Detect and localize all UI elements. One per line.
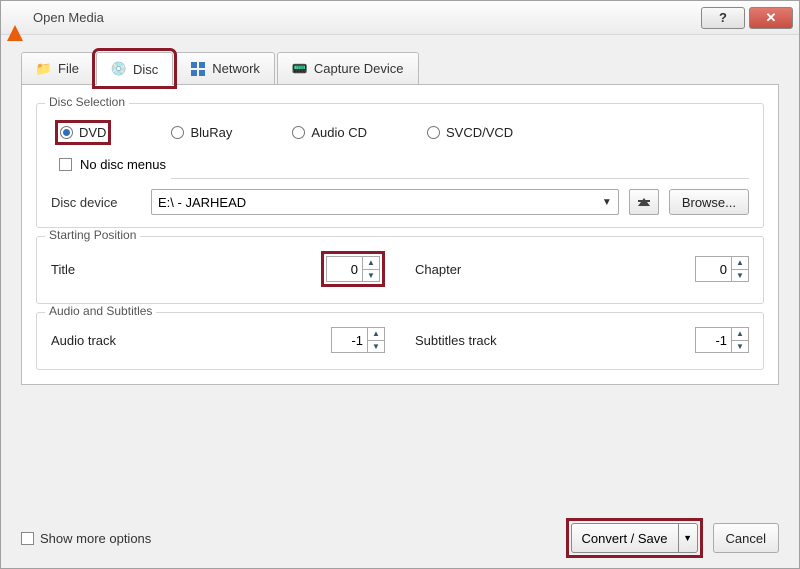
- network-icon: [190, 61, 206, 77]
- chevron-down-icon[interactable]: ▼: [678, 523, 698, 553]
- eject-button[interactable]: [629, 189, 659, 215]
- tab-panel-disc: Disc Selection DVD BluRay Audi: [21, 85, 779, 385]
- disc-type-radios: DVD BluRay Audio CD SVCD/VCD: [51, 114, 749, 153]
- vlc-cone-icon: [7, 10, 27, 25]
- audio-track-label: Audio track: [51, 333, 331, 348]
- group-label: Starting Position: [45, 228, 140, 242]
- help-button[interactable]: ?: [701, 7, 745, 29]
- dialog-body: File Disc Network Capture Device Disc Se…: [1, 35, 799, 399]
- group-starting-position: Starting Position Title ▲▼ Chapter: [36, 236, 764, 304]
- subtitles-track-input[interactable]: [695, 327, 731, 353]
- audio-track-spinner[interactable]: ▲▼: [331, 327, 385, 353]
- radio-indicator-icon: [292, 126, 305, 139]
- tab-network[interactable]: Network: [175, 52, 275, 84]
- title-input[interactable]: [326, 256, 362, 282]
- browse-button[interactable]: Browse...: [669, 189, 749, 215]
- tab-network-label: Network: [212, 61, 260, 76]
- disc-device-select[interactable]: E:\ - JARHEAD ▼: [151, 189, 619, 215]
- spin-down-icon[interactable]: ▼: [368, 341, 384, 353]
- disc-device-label: Disc device: [51, 195, 141, 210]
- spin-up-icon[interactable]: ▲: [732, 257, 748, 270]
- radio-bluray[interactable]: BluRay: [171, 125, 232, 140]
- radio-svcd[interactable]: SVCD/VCD: [427, 125, 513, 140]
- disc-icon: [111, 61, 127, 77]
- group-disc-selection: Disc Selection DVD BluRay Audi: [36, 103, 764, 228]
- cancel-button[interactable]: Cancel: [713, 523, 779, 553]
- chapter-input[interactable]: [695, 256, 731, 282]
- radio-dvd-label: DVD: [79, 125, 106, 140]
- radio-dvd[interactable]: DVD: [60, 125, 106, 140]
- spin-down-icon[interactable]: ▼: [732, 341, 748, 353]
- group-label: Audio and Subtitles: [45, 304, 156, 318]
- radio-audiocd-label: Audio CD: [311, 125, 367, 140]
- tab-file-label: File: [58, 61, 79, 76]
- tab-capture-device[interactable]: Capture Device: [277, 52, 419, 84]
- spin-up-icon[interactable]: ▲: [732, 328, 748, 341]
- audio-track-input[interactable]: [331, 327, 367, 353]
- group-label: Disc Selection: [45, 95, 129, 109]
- title-spinner[interactable]: ▲▼: [326, 256, 380, 282]
- window-title: Open Media: [27, 10, 701, 25]
- spin-down-icon[interactable]: ▼: [732, 270, 748, 282]
- tab-capture-label: Capture Device: [314, 61, 404, 76]
- titlebar: Open Media ? ✕: [1, 1, 799, 35]
- spin-up-icon[interactable]: ▲: [363, 257, 379, 270]
- chevron-down-icon: ▼: [602, 197, 612, 208]
- eject-icon: [638, 198, 650, 206]
- disc-device-row: Disc device E:\ - JARHEAD ▼ Browse...: [51, 189, 749, 215]
- radio-bluray-label: BluRay: [190, 125, 232, 140]
- radio-indicator-icon: [171, 126, 184, 139]
- group-audio-subtitles: Audio and Subtitles Audio track ▲▼ Subti…: [36, 312, 764, 370]
- radio-audiocd[interactable]: Audio CD: [292, 125, 367, 140]
- spin-up-icon[interactable]: ▲: [368, 328, 384, 341]
- convert-save-label: Convert / Save: [582, 531, 668, 546]
- tab-bar: File Disc Network Capture Device: [21, 49, 779, 85]
- no-disc-menus-label: No disc menus: [80, 157, 166, 172]
- tab-file[interactable]: File: [21, 52, 94, 84]
- tab-disc-label: Disc: [133, 62, 158, 77]
- convert-save-button[interactable]: Convert / Save ▼: [571, 523, 698, 553]
- open-media-dialog: Open Media ? ✕ File Disc Network Capture…: [0, 0, 800, 569]
- browse-label: Browse...: [682, 195, 736, 210]
- spin-down-icon[interactable]: ▼: [363, 270, 379, 282]
- checkbox-show-more-options[interactable]: [21, 532, 34, 545]
- separator: [171, 178, 749, 179]
- close-button[interactable]: ✕: [749, 7, 793, 29]
- show-more-options-label: Show more options: [40, 531, 151, 546]
- subtitles-track-spinner[interactable]: ▲▼: [695, 327, 749, 353]
- radio-indicator-icon: [60, 126, 73, 139]
- radio-svcd-label: SVCD/VCD: [446, 125, 513, 140]
- checkbox-no-disc-menus[interactable]: [59, 158, 72, 171]
- chapter-label: Chapter: [415, 262, 695, 277]
- dialog-footer: Show more options Convert / Save ▼ Cance…: [1, 518, 799, 558]
- cancel-label: Cancel: [726, 531, 766, 546]
- capture-device-icon: [292, 61, 308, 77]
- title-label: Title: [51, 262, 321, 277]
- disc-device-value: E:\ - JARHEAD: [158, 195, 246, 210]
- radio-indicator-icon: [427, 126, 440, 139]
- chapter-spinner[interactable]: ▲▼: [695, 256, 749, 282]
- subtitles-track-label: Subtitles track: [415, 333, 695, 348]
- folder-icon: [36, 61, 52, 77]
- tab-disc[interactable]: Disc: [96, 52, 173, 85]
